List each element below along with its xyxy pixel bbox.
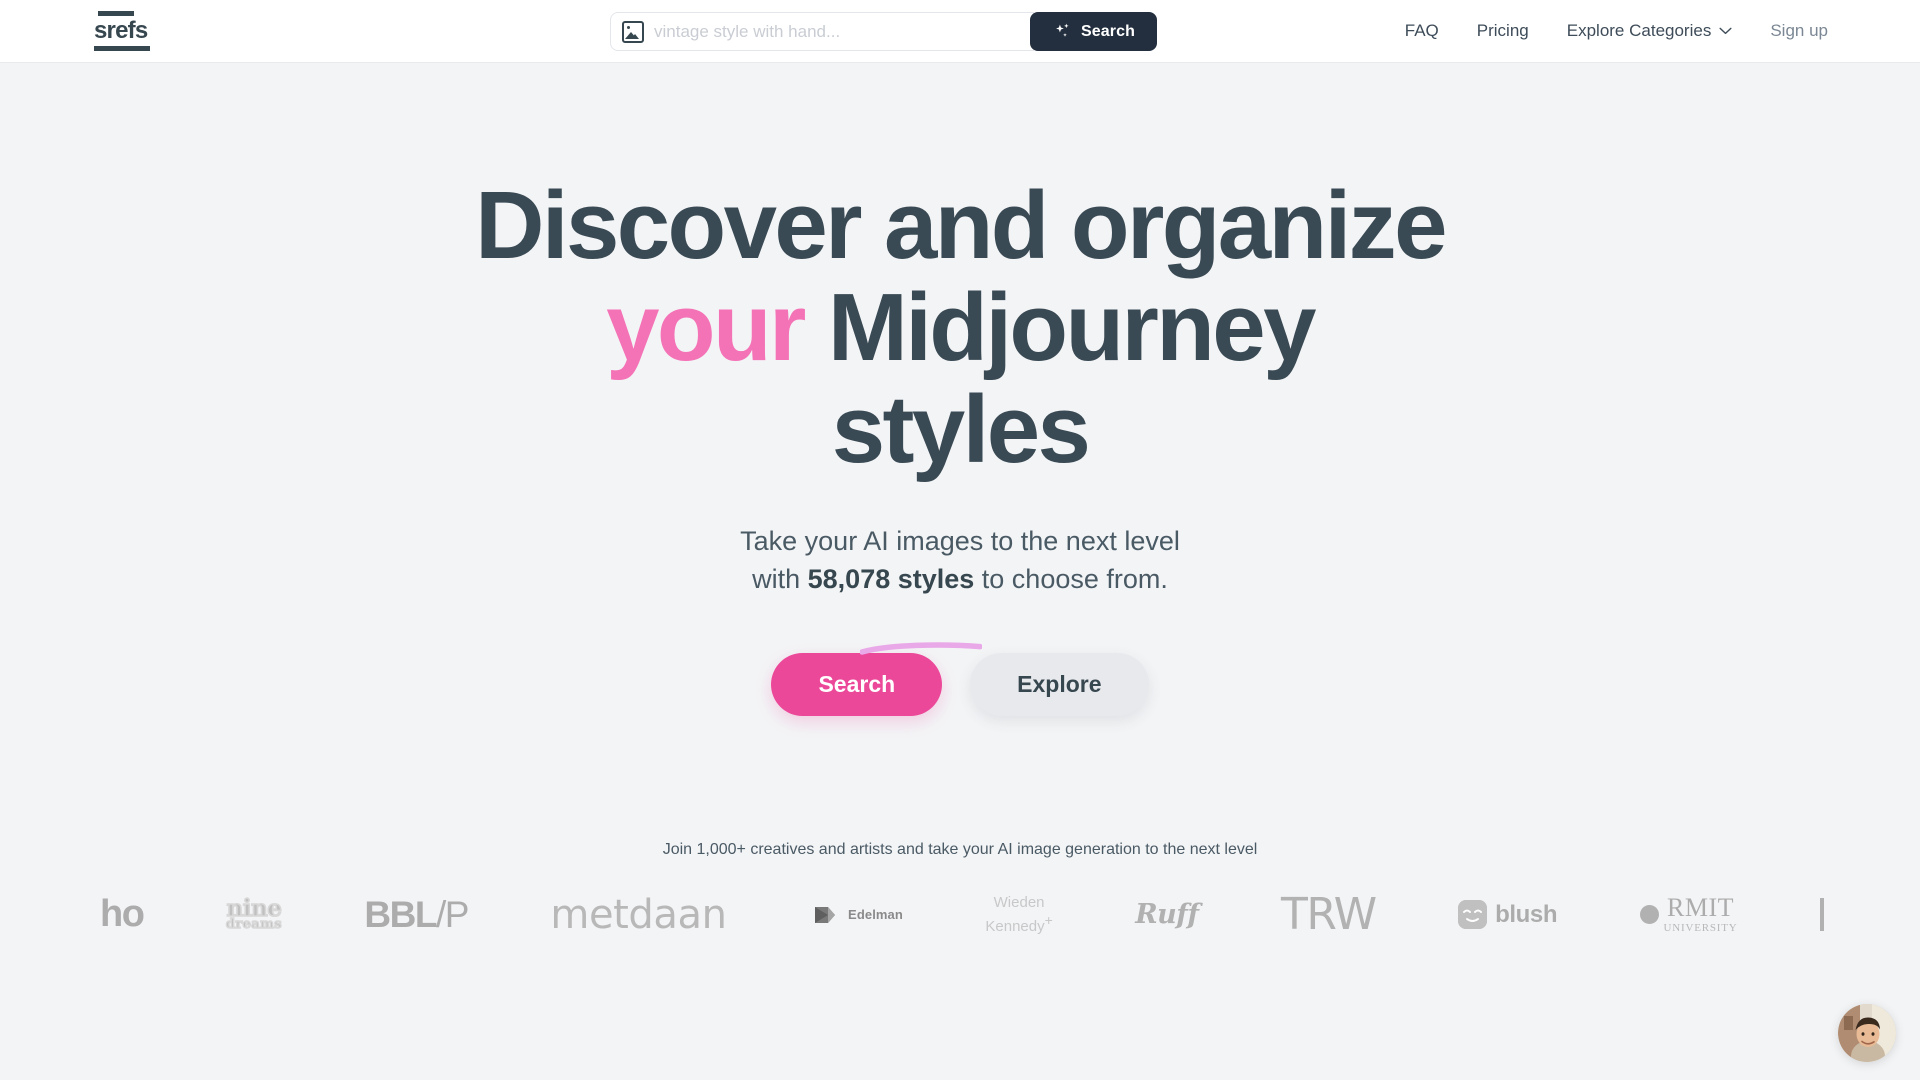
hero-search-button[interactable]: Search	[771, 652, 943, 716]
hero-subtitle: Take your AI images to the next level wi…	[740, 523, 1180, 598]
headline-line-3: styles	[831, 375, 1091, 483]
logo-wk-plus: +	[1044, 911, 1053, 928]
nav-faq[interactable]: FAQ	[1405, 21, 1439, 41]
srefs-logo[interactable]: srefs	[94, 11, 152, 51]
logo-nine-dreams-label-1: nine	[226, 895, 283, 923]
logo-bar-bottom	[94, 46, 150, 51]
chevron-down-icon	[1719, 27, 1732, 35]
nav-pricing[interactable]: Pricing	[1477, 21, 1529, 41]
nav-explore-categories-label: Explore Categories	[1566, 21, 1712, 40]
search-input[interactable]	[654, 21, 1023, 42]
edelman-arrow-icon	[815, 906, 836, 923]
logo-trw-label: TRW	[1280, 889, 1377, 941]
logo-partial-bar-mark	[1819, 898, 1824, 932]
logo-metdaan-label: metdaan	[550, 891, 727, 938]
nav-sign-up[interactable]: Sign up	[1770, 21, 1828, 41]
logo-bbl-p-label-1: BBL	[364, 893, 437, 935]
logo-bbl-p-wrap: BBL/P	[364, 893, 469, 936]
primary-nav: FAQ Pricing Explore Categories Sign up	[1405, 21, 1828, 41]
rmit-mark-icon	[1639, 905, 1659, 925]
logo-ho: ho	[100, 885, 145, 945]
logo-bbl-p: BBL/P	[364, 885, 469, 945]
header-search-button[interactable]: Search	[1030, 12, 1157, 51]
partner-logo-row: ho nine dreams BBL/P metdaan Edelman Wie…	[0, 882, 1920, 948]
logo-edelman-label: Edelman	[848, 907, 903, 923]
logo-trw: TRW	[1280, 885, 1377, 945]
headline-accent-word: your	[606, 273, 806, 381]
search-field[interactable]	[610, 12, 1034, 51]
logo-blush: blush	[1458, 885, 1557, 945]
subtitle-line-1: Take your AI images to the next level	[740, 526, 1180, 557]
logo-edelman: Edelman	[809, 885, 903, 945]
avatar-photo	[1838, 1004, 1896, 1062]
logo-nine-dreams-label-2: dreams	[225, 917, 282, 933]
logo-ho-label: ho	[100, 893, 145, 936]
logo-wieden-kennedy: Wieden Kennedy+	[985, 885, 1052, 945]
header-search-button-label: Search	[1081, 22, 1135, 40]
page-title: Discover and organize your Midjourney st…	[430, 175, 1490, 480]
header-search-cluster: Search	[610, 12, 1157, 51]
logo-rmit-label-1: RMIT	[1667, 893, 1735, 923]
subtitle-prefix: with	[752, 563, 808, 594]
headline-line-2: Midjourney	[827, 273, 1317, 381]
logo-nine-dreams: nine dreams	[225, 885, 283, 945]
logo-rmit-label-2: UNIVERSITY	[1663, 922, 1738, 935]
social-proof-text: Join 1,000+ creatives and artists and ta…	[662, 840, 1258, 858]
logo-rmit: RMIT UNIVERSITY	[1639, 885, 1738, 945]
subtitle-suffix: to choose from.	[974, 563, 1168, 594]
logo-wk-wrap: Wieden Kennedy+	[985, 894, 1052, 935]
image-icon	[622, 20, 644, 43]
hero-explore-button[interactable]: Explore	[970, 652, 1149, 716]
logo-blush-label: blush	[1495, 900, 1558, 928]
logo-wk-label-2: Kennedy	[985, 917, 1045, 935]
headline-line-1: Discover and organize	[475, 172, 1447, 279]
hero-section: Discover and organize your Midjourney st…	[0, 63, 1920, 948]
blush-face-icon	[1458, 900, 1488, 930]
logo-metdaan: metdaan	[550, 885, 727, 945]
hero-cta-row: Search Explore	[0, 652, 1920, 716]
chat-avatar-widget[interactable]	[1838, 1004, 1896, 1062]
logo-ruff: Ruff	[1135, 885, 1199, 945]
logo-wordmark: srefs	[94, 17, 148, 44]
logo-rmit-text: RMIT UNIVERSITY	[1664, 895, 1738, 934]
logo-partial-bar	[1819, 885, 1824, 945]
sparkles-icon	[1056, 23, 1069, 37]
logo-ruff-label: Ruff	[1135, 899, 1199, 931]
logo-bbl-p-label-2: /P	[435, 893, 469, 935]
logo-bar-top	[98, 11, 134, 16]
site-header: srefs Search FAQ Pricing Explore Categor…	[0, 0, 1920, 63]
styles-count: 58,078 styles	[807, 563, 975, 594]
logo-wk-label-1: Wieden	[993, 894, 1045, 912]
nav-explore-categories[interactable]: Explore Categories	[1567, 21, 1733, 41]
